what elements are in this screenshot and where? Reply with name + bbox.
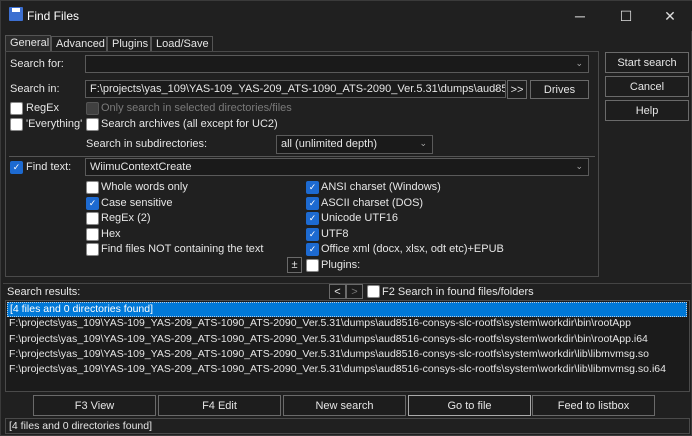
charset-checkbox[interactable]: ✓ — [306, 181, 319, 194]
chevron-down-icon: ⌄ — [419, 138, 427, 148]
search-for-label: Search for: — [10, 58, 64, 70]
option-label: Case sensitive — [101, 197, 173, 209]
window-title: Find Files — [27, 9, 80, 23]
status-bar: [4 files and 0 directories found] — [5, 418, 690, 434]
maximize-button[interactable]: ☐ — [603, 1, 649, 31]
prev-button[interactable]: < — [329, 284, 346, 299]
chevron-down-icon[interactable]: ⌄ — [492, 83, 500, 94]
option-checkbox[interactable] — [86, 228, 99, 241]
result-row[interactable]: F:\projects\yas_109\YAS-109_YAS-209_ATS-… — [7, 348, 687, 363]
browse-arrows-button[interactable]: >> — [507, 80, 527, 99]
option-checkbox[interactable] — [86, 181, 99, 194]
option-checkbox[interactable] — [86, 243, 99, 256]
plugins-label: Plugins: — [321, 259, 361, 271]
tab-load-save[interactable]: Load/Save — [151, 36, 213, 52]
help-button[interactable]: Help — [605, 100, 689, 121]
charset-checkbox[interactable]: ✓ — [306, 197, 319, 210]
charset-label: ASCII charset (DOS) — [321, 197, 424, 209]
cancel-button[interactable]: Cancel — [605, 76, 689, 97]
subdirs-value: all (unlimited depth) — [281, 138, 377, 150]
everything-label: 'Everything' — [26, 118, 83, 130]
option-label: Whole words only — [101, 181, 188, 193]
only-selected-label: Only search in selected directories/file… — [101, 102, 292, 114]
charset-label: UTF8 — [321, 228, 349, 240]
find-text-input[interactable]: WiimuContextCreate ⌄ — [85, 158, 589, 176]
minimize-button[interactable]: ─ — [557, 1, 603, 31]
expand-plugins-button[interactable]: ± — [287, 257, 302, 273]
charset-checkbox[interactable]: ✓ — [306, 228, 319, 241]
subdirs-select[interactable]: all (unlimited depth) ⌄ — [276, 135, 433, 154]
find-text-value: WiimuContextCreate — [90, 161, 192, 173]
search-results-label: Search results: — [7, 286, 81, 298]
tab-advanced[interactable]: Advanced — [51, 36, 107, 52]
option-checkbox[interactable]: ✓ — [86, 197, 99, 210]
bottom-button[interactable]: Go to file — [408, 395, 531, 416]
next-button[interactable]: > — [346, 284, 363, 299]
search-for-input[interactable]: ⌄ — [85, 55, 589, 73]
charset-checkbox[interactable]: ✓ — [306, 243, 319, 256]
regex-checkbox[interactable] — [10, 102, 23, 115]
option-label: RegEx (2) — [101, 212, 151, 224]
search-in-label: Search in: — [10, 83, 60, 95]
tab-general[interactable]: General — [5, 35, 51, 52]
tab-plugins[interactable]: Plugins — [107, 36, 151, 52]
search-in-value: F:\projects\yas_109\YAS-109_YAS-209_ATS-… — [90, 83, 506, 95]
option-label: Find files NOT containing the text — [101, 243, 264, 255]
subdirs-label: Search in subdirectories: — [86, 138, 208, 150]
chevron-down-icon[interactable]: ⌄ — [575, 161, 583, 172]
f2-search-found-checkbox[interactable] — [367, 285, 380, 298]
find-text-label: Find text: — [26, 161, 72, 173]
charset-label: ANSI charset (Windows) — [321, 181, 441, 193]
regex-label: RegEx — [26, 102, 60, 114]
drives-button[interactable]: Drives — [530, 80, 589, 99]
option-checkbox[interactable] — [86, 212, 99, 225]
bottom-button[interactable]: F4 Edit — [158, 395, 281, 416]
close-button[interactable]: ✕ — [647, 1, 692, 31]
plugins-checkbox[interactable] — [306, 259, 319, 272]
result-row[interactable]: [4 files and 0 directories found] — [7, 302, 687, 317]
divider — [9, 156, 595, 157]
charset-label: Unicode UTF16 — [321, 212, 399, 224]
everything-checkbox[interactable] — [10, 118, 23, 131]
bottom-button[interactable]: Feed to listbox — [532, 395, 655, 416]
only-selected-checkbox[interactable] — [86, 102, 99, 115]
charset-label: Office xml (docx, xlsx, odt etc)+EPUB — [321, 243, 504, 255]
result-row[interactable]: F:\projects\yas_109\YAS-109_YAS-209_ATS-… — [7, 363, 687, 378]
search-archives-checkbox[interactable] — [86, 118, 99, 131]
charset-checkbox[interactable]: ✓ — [306, 212, 319, 225]
result-row[interactable]: F:\projects\yas_109\YAS-109_YAS-209_ATS-… — [7, 317, 687, 332]
search-archives-label: Search archives (all except for UC2) — [101, 118, 278, 130]
option-label: Hex — [101, 228, 121, 240]
bottom-button[interactable]: F3 View — [33, 395, 156, 416]
f2-search-found-label: F2 Search in found files/folders — [382, 286, 534, 298]
find-text-checkbox[interactable]: ✓ — [10, 161, 23, 174]
result-row[interactable]: F:\projects\yas_109\YAS-109_YAS-209_ATS-… — [7, 333, 687, 348]
search-in-input[interactable]: F:\projects\yas_109\YAS-109_YAS-209_ATS-… — [85, 80, 506, 98]
app-floppy-icon — [9, 7, 23, 21]
start-search-button[interactable]: Start search — [605, 52, 689, 73]
chevron-down-icon[interactable]: ⌄ — [575, 58, 583, 69]
bottom-button[interactable]: New search — [283, 395, 406, 416]
